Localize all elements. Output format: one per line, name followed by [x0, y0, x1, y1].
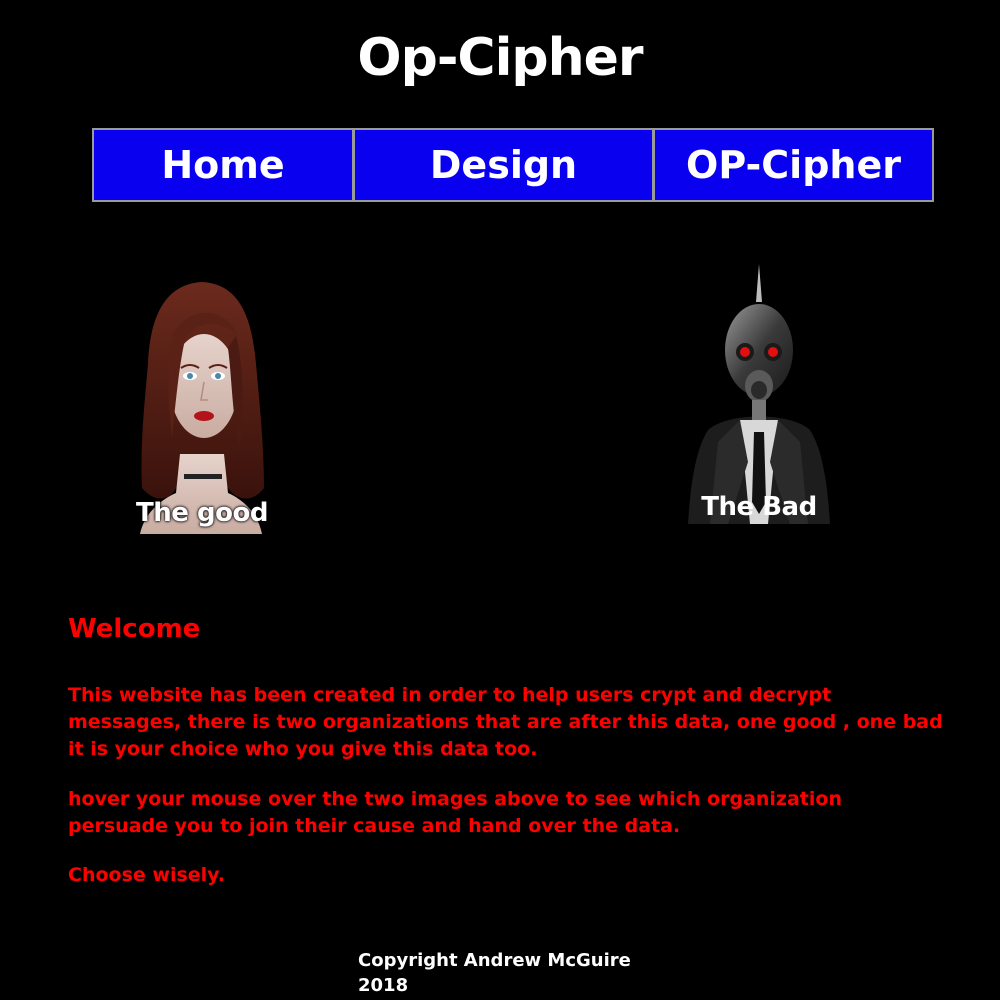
choose-wisely-paragraph: Choose wisely. [68, 864, 226, 886]
site-title: Op-Cipher [357, 28, 643, 88]
bad-caption: The Bad [701, 492, 817, 522]
nav-op-cipher-link[interactable]: OP-Cipher [652, 130, 932, 200]
copyright-year: 2018 [358, 975, 409, 996]
bad-organization-image[interactable]: The Bad [688, 262, 830, 526]
copyright-text: Copyright Andrew McGuire [358, 950, 631, 971]
nav-home-link[interactable]: Home [94, 130, 352, 200]
welcome-heading: Welcome [68, 614, 201, 644]
good-organization-image[interactable]: The good [132, 278, 272, 534]
main-nav: Home Design OP-Cipher [92, 128, 934, 202]
intro-paragraph: This website has been created in order t… [68, 684, 943, 760]
footer: Copyright Andrew McGuire 2018 [358, 948, 631, 998]
bad-masked-man-portrait-image [688, 264, 830, 524]
hover-instruction-paragraph: hover your mouse over the two images abo… [68, 788, 842, 837]
good-caption: The good [136, 498, 268, 528]
good-woman-portrait-image [140, 282, 264, 534]
nav-design-link[interactable]: Design [352, 130, 652, 200]
